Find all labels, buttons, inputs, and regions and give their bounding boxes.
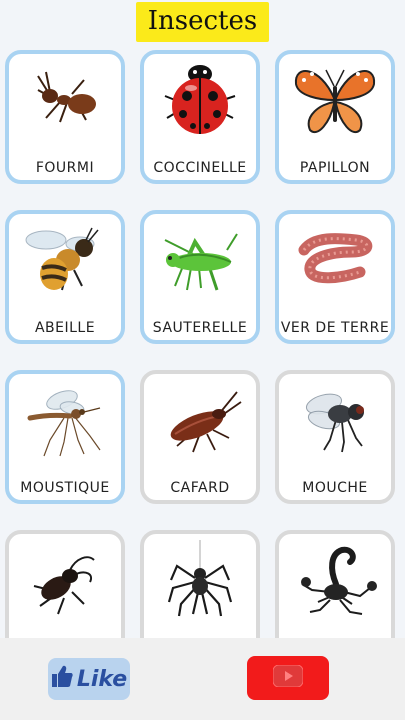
card-label: PAPILLON [299, 160, 371, 176]
page-title: Insectes [135, 2, 270, 42]
card-sauterelle[interactable]: SAUTERELLE [140, 210, 260, 344]
youtube-play-icon [272, 664, 304, 691]
card-moustique[interactable]: MOUSTIQUE [5, 370, 125, 504]
butterfly-icon [279, 60, 391, 140]
youtube-button[interactable] [247, 656, 329, 700]
like-label: Like [76, 666, 128, 692]
spider-icon [144, 540, 256, 620]
card-cafard[interactable]: CAFARD [140, 370, 260, 504]
card-abeille[interactable]: ABEILLE [5, 210, 125, 344]
card-label: SAUTERELLE [152, 320, 248, 336]
scorpion-icon [279, 540, 391, 620]
card-label: MOUSTIQUE [20, 480, 110, 496]
card-label: CAFARD [170, 480, 230, 496]
card-papillon[interactable]: PAPILLON [275, 50, 395, 184]
card-coccinelle[interactable]: COCCINELLE [140, 50, 260, 184]
card-ver-de-terre[interactable]: VER DE TERRE [275, 210, 395, 344]
card-mouche[interactable]: MOUCHE [275, 370, 395, 504]
mosquito-icon [9, 380, 121, 460]
earthworm-icon [279, 220, 391, 300]
card-label: ABEILLE [34, 320, 96, 336]
card-label: FOURMI [35, 160, 95, 176]
card-araignee[interactable] [140, 530, 260, 640]
card-label: VER DE TERRE [280, 320, 390, 336]
card-label: MOUCHE [302, 480, 368, 496]
card-fourmi[interactable]: FOURMI [5, 50, 125, 184]
grasshopper-icon [144, 220, 256, 300]
ladybug-icon [144, 60, 256, 140]
card-scorpion[interactable] [275, 530, 395, 640]
insect-grid: FOURMI COCCINELLE PAPILLON ABEILLE SAUTE… [5, 50, 401, 640]
like-button[interactable]: Like [48, 658, 130, 700]
ant-icon [9, 60, 121, 140]
card-lucane[interactable] [5, 530, 125, 640]
card-label: COCCINELLE [153, 160, 247, 176]
stag-beetle-icon [9, 540, 121, 620]
header: Insectes [0, 0, 405, 48]
fly-icon [279, 380, 391, 460]
cockroach-icon [144, 380, 256, 460]
thumbs-up-icon [51, 664, 73, 694]
bee-icon [9, 220, 121, 300]
